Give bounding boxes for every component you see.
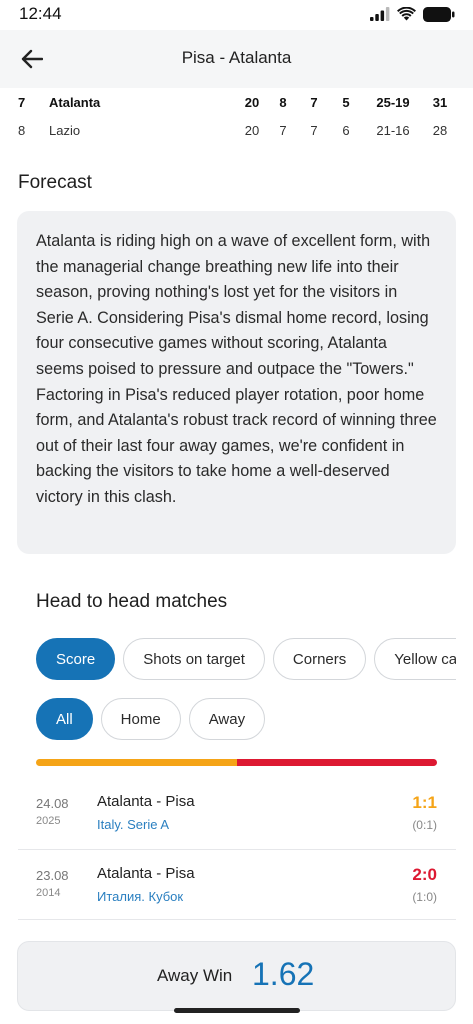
ratio-segment-first — [36, 759, 237, 766]
match-league: Italy. Serie A — [97, 817, 170, 832]
standing-team: Lazio — [49, 123, 81, 138]
standings-table: 7 Atalanta 20 8 7 5 25-19 31 8 Lazio 20 … — [0, 88, 473, 144]
standing-losses: 5 — [342, 95, 350, 110]
tab-shots-on-target[interactable]: Shots on target — [123, 638, 265, 680]
forecast-card: Atalanta is riding high on a wave of exc… — [17, 211, 456, 554]
standing-losses: 6 — [342, 123, 350, 138]
tab-corners[interactable]: Corners — [272, 638, 367, 680]
tab-score[interactable]: Score — [36, 638, 116, 680]
match-row[interactable]: 24.08 2025 Atalanta - Pisa Italy. Serie … — [18, 778, 456, 848]
standing-draws: 7 — [310, 95, 318, 110]
match-date: 24.08 — [36, 796, 69, 811]
home-indicator[interactable] — [174, 1008, 300, 1013]
standing-team: Atalanta — [49, 95, 101, 110]
filter-away[interactable]: Away — [188, 698, 266, 740]
h2h-title: Head to head matches — [36, 591, 228, 612]
battery-icon — [423, 6, 455, 22]
match-halftime-score: (1:0) — [412, 890, 437, 904]
match-year: 2014 — [36, 887, 61, 899]
ratio-segment-second — [236, 759, 437, 766]
wifi-icon — [397, 7, 416, 21]
h2h-ratio-bar — [36, 759, 437, 766]
tab-yellow-cards[interactable]: Yellow cards — [374, 638, 456, 680]
standing-points: 28 — [432, 123, 448, 138]
match-score: 2:0 — [412, 865, 437, 884]
match-date: 23.08 — [36, 868, 69, 883]
bet-odds: 1.62 — [252, 956, 315, 992]
standing-wins: 7 — [279, 123, 287, 138]
bet-card[interactable]: Away Win 1.62 — [17, 941, 456, 1011]
standing-games: 20 — [244, 123, 260, 138]
match-row[interactable]: 23.08 2014 Atalanta - Pisa Италия. Кубок… — [18, 849, 456, 919]
match-halftime-score: (0:1) — [412, 818, 437, 832]
signal-icon — [370, 7, 390, 21]
filter-all[interactable]: All — [36, 698, 93, 740]
standing-position: 8 — [18, 123, 26, 138]
stat-tabs: Score Shots on target Corners Yellow car… — [36, 638, 456, 680]
status-bar: 12:44 — [0, 0, 473, 30]
standing-goals: 25-19 — [376, 95, 410, 110]
filter-tabs: All Home Away — [36, 698, 266, 740]
standing-position: 7 — [18, 95, 26, 110]
filter-home[interactable]: Home — [100, 698, 181, 740]
match-year: 2025 — [36, 815, 61, 827]
standing-goals: 21-16 — [376, 123, 410, 138]
header: Pisa - Atalanta — [0, 30, 473, 88]
bet-label: Away Win — [157, 966, 233, 985]
standing-wins: 8 — [279, 95, 287, 110]
match-teams: Atalanta - Pisa — [97, 793, 195, 810]
match-score: 1:1 — [412, 793, 437, 812]
standing-draws: 7 — [310, 123, 318, 138]
status-time: 12:44 — [19, 4, 62, 23]
table-row: 8 Lazio 20 7 7 6 21-16 28 — [0, 116, 473, 144]
forecast-title: Forecast — [18, 172, 92, 193]
standing-games: 20 — [244, 95, 260, 110]
match-teams: Atalanta - Pisa — [97, 865, 195, 882]
standing-points: 31 — [432, 95, 448, 110]
table-row: 7 Atalanta 20 8 7 5 25-19 31 — [0, 88, 473, 116]
forecast-text: Atalanta is riding high on a wave of exc… — [36, 232, 437, 506]
status-icons — [370, 5, 455, 23]
divider — [18, 919, 456, 920]
page-title: Pisa - Atalanta — [181, 48, 292, 67]
match-league: Италия. Кубок — [97, 889, 184, 904]
